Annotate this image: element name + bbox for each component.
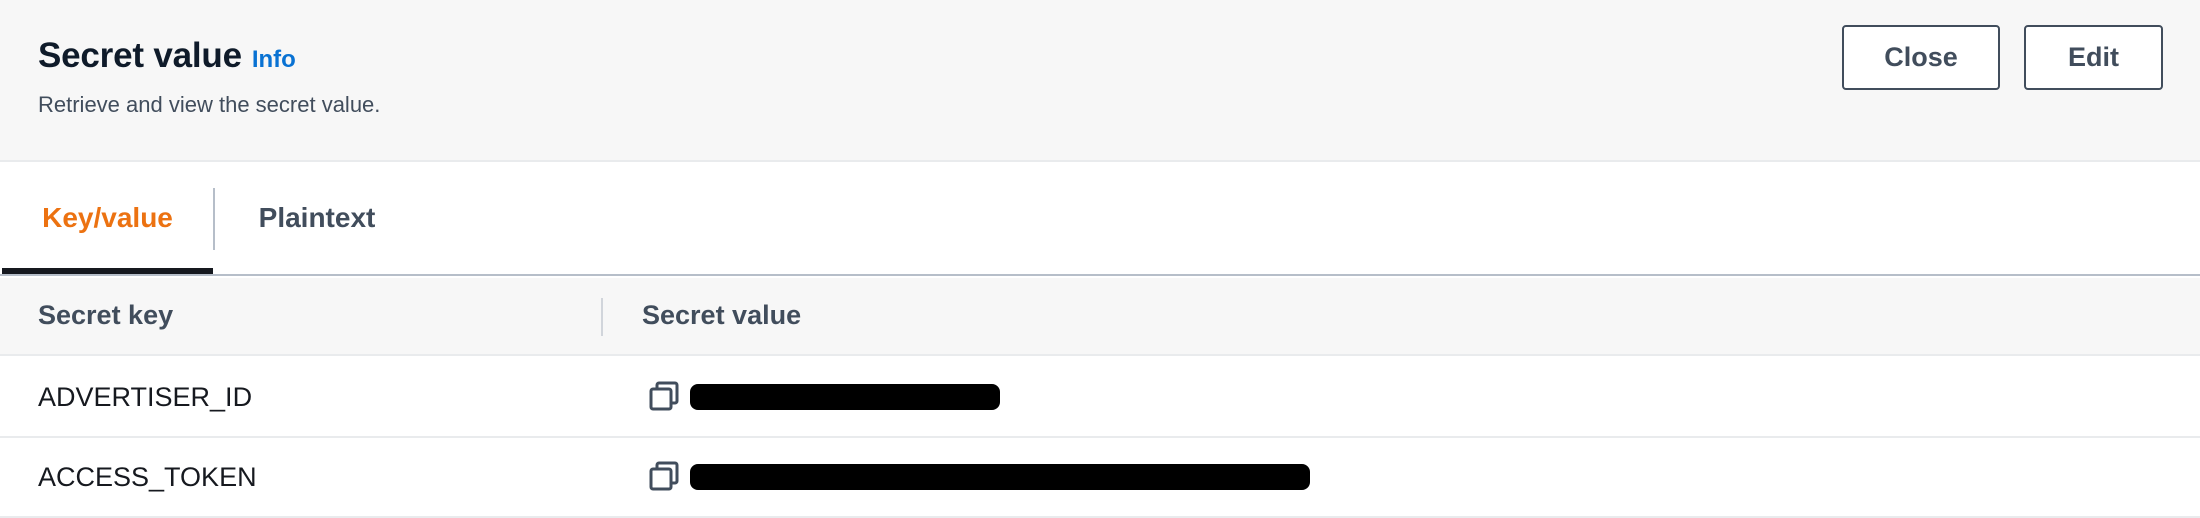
redaction-bar xyxy=(690,464,1310,490)
page-description: Retrieve and view the secret value. xyxy=(38,92,381,117)
tab-key-value[interactable]: Key/value xyxy=(2,162,213,274)
table-row: ACCESS_TOKEN xyxy=(0,438,2200,518)
tab-bar: Key/value Plaintext xyxy=(0,162,2200,276)
copy-icon[interactable] xyxy=(648,380,680,412)
copy-icon[interactable] xyxy=(648,460,680,492)
redaction-bar xyxy=(690,384,1000,410)
tab-plaintext[interactable]: Plaintext xyxy=(215,162,419,274)
secret-key-cell: ADVERTISER_ID xyxy=(38,382,253,412)
page-title: Secret value xyxy=(38,36,242,75)
table-header: Secret key Secret value xyxy=(0,278,2200,356)
edit-button[interactable]: Edit xyxy=(2024,25,2163,90)
secret-key-cell: ACCESS_TOKEN xyxy=(38,462,257,492)
modal-header: Secret value Info Retrieve and view the … xyxy=(0,0,2200,162)
column-divider[interactable] xyxy=(601,298,603,336)
info-link[interactable]: Info xyxy=(252,46,296,74)
title-row: Secret value Info xyxy=(38,36,296,76)
close-button[interactable]: Close xyxy=(1842,25,2000,90)
column-header-secret-value: Secret value xyxy=(642,300,802,330)
table-row: ADVERTISER_ID xyxy=(0,358,2200,438)
active-tab-indicator xyxy=(2,268,213,274)
column-header-secret-key: Secret key xyxy=(38,300,174,330)
